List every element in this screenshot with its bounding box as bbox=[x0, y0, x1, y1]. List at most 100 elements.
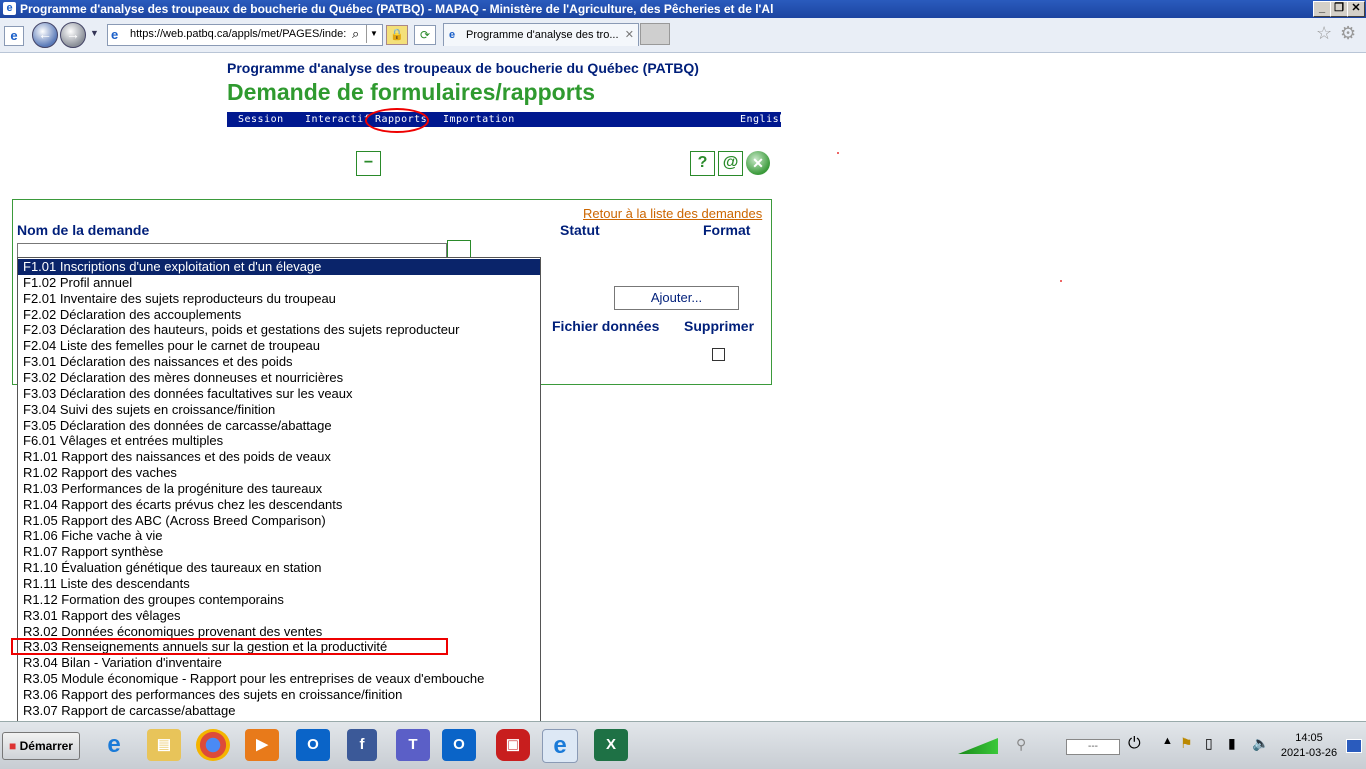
device-icon[interactable]: ▯ bbox=[1205, 735, 1213, 752]
nav-english[interactable]: English bbox=[740, 112, 786, 127]
security-shield-icon[interactable]: ▣ bbox=[496, 729, 530, 761]
dropdown-option[interactable]: F1.01 Inscriptions d'une exploitation et… bbox=[18, 259, 540, 275]
start-label: Démarrer bbox=[19, 739, 73, 753]
power-plug-icon[interactable]: ⏻ bbox=[1128, 735, 1141, 753]
wireless-icon[interactable]: ⚲ bbox=[1016, 736, 1026, 753]
dropdown-option[interactable]: F6.01 Vêlages et entrées multiples bbox=[18, 433, 540, 449]
format-label: Format bbox=[703, 222, 751, 238]
save-icon[interactable] bbox=[447, 240, 471, 258]
nav-importation[interactable]: Importation bbox=[443, 112, 515, 127]
start-button[interactable]: ■ Démarrer bbox=[2, 732, 80, 760]
tray-box: --- bbox=[1066, 739, 1120, 755]
ie-compat-icon[interactable]: e bbox=[4, 26, 24, 46]
dropdown-option[interactable]: F3.03 Déclaration des données facultativ… bbox=[18, 386, 540, 402]
clock-date: 2021-03-26 bbox=[1280, 747, 1338, 759]
stray-dot bbox=[837, 152, 839, 154]
url-dropdown-icon[interactable]: ▼ bbox=[366, 25, 381, 43]
back-button[interactable]: ← bbox=[32, 22, 58, 48]
dropdown-option[interactable]: R1.11 Liste des descendants bbox=[18, 576, 540, 592]
dropdown-option[interactable]: F1.02 Profil annuel bbox=[18, 275, 540, 291]
dropdown-option[interactable]: F2.02 Déclaration des accouplements bbox=[18, 307, 540, 323]
dropdown-option[interactable]: R3.01 Rapport des vêlages bbox=[18, 608, 540, 624]
collapse-minus-icon[interactable]: − bbox=[356, 151, 381, 176]
app-subtitle: Programme d'analyse des troupeaux de bou… bbox=[227, 60, 699, 76]
dropdown-option[interactable]: R1.03 Performances de la progéniture des… bbox=[18, 481, 540, 497]
volume-icon[interactable]: 🔈 bbox=[1252, 735, 1269, 752]
fichier-label: Fichier données bbox=[552, 318, 660, 334]
refresh-icon[interactable]: ⟳ bbox=[414, 25, 436, 45]
dropdown-option[interactable]: R3.06 Rapport des performances des sujet… bbox=[18, 687, 540, 703]
dropdown-option[interactable]: R3.04 Bilan - Variation d'inventaire bbox=[18, 655, 540, 671]
windows-logo-icon: ■ bbox=[9, 739, 17, 753]
page-title: Demande de formulaires/rapports bbox=[227, 79, 596, 105]
dropdown-option[interactable]: R1.10 Évaluation génétique des taureaux … bbox=[18, 560, 540, 576]
dropdown-option[interactable]: R1.02 Rapport des vaches bbox=[18, 465, 540, 481]
dropdown-option[interactable]: F3.05 Déclaration des données de carcass… bbox=[18, 418, 540, 434]
ie-taskbar-icon[interactable]: e bbox=[97, 729, 131, 761]
dropdown-option[interactable]: F2.01 Inventaire des sujets reproducteur… bbox=[18, 291, 540, 307]
dropdown-option[interactable]: F3.04 Suivi des sujets en croissance/fin… bbox=[18, 402, 540, 418]
dropdown-option[interactable]: R1.12 Formation des groupes contemporain… bbox=[18, 592, 540, 608]
nom-label: Nom de la demande bbox=[17, 222, 150, 238]
ajouter-button[interactable]: Ajouter... bbox=[614, 286, 739, 310]
address-bar[interactable]: e https://web.patbq.ca/appls/met/PAGES/i… bbox=[107, 24, 383, 46]
new-tab-button[interactable] bbox=[640, 23, 670, 45]
url-text[interactable]: https://web.patbq.ca/appls/met/PAGES/ind… bbox=[130, 28, 346, 40]
nav-session[interactable]: Session bbox=[238, 112, 284, 127]
email-icon[interactable]: @ bbox=[718, 151, 743, 176]
signal-strength-icon bbox=[958, 738, 998, 754]
r303-annotation-box bbox=[11, 638, 448, 655]
file-explorer-icon[interactable]: ▤ bbox=[147, 729, 181, 761]
help-icon[interactable]: ? bbox=[690, 151, 715, 176]
lock-icon[interactable]: 🔒 bbox=[386, 25, 408, 45]
minimize-button[interactable]: _ bbox=[1313, 1, 1331, 17]
chrome-icon[interactable] bbox=[196, 729, 230, 761]
close-green-icon[interactable]: ✕ bbox=[746, 151, 770, 175]
dropdown-option[interactable]: R3.07 Rapport de carcasse/abattage bbox=[18, 703, 540, 719]
dropdown-option[interactable]: F3.01 Déclaration des naissances et des … bbox=[18, 354, 540, 370]
close-window-button[interactable]: ✕ bbox=[1347, 1, 1365, 17]
teams-icon[interactable]: T bbox=[396, 729, 430, 761]
tray-expand-icon[interactable]: ▲ bbox=[1162, 735, 1173, 747]
taskbar: ■ Démarrer e ▤ ▶ O f T O ▣ e X ⚲ --- ⏻ ▲… bbox=[0, 721, 1366, 769]
dropdown-option[interactable]: R1.05 Rapport des ABC (Across Breed Comp… bbox=[18, 513, 540, 529]
dropdown-option[interactable]: R1.04 Rapport des écarts prévus chez les… bbox=[18, 497, 540, 513]
dropdown-option[interactable]: R1.06 Fiche vache à vie bbox=[18, 528, 540, 544]
dropdown-option[interactable]: R3.05 Module économique - Rapport pour l… bbox=[18, 671, 540, 687]
tab-close-icon[interactable]: ✕ bbox=[625, 24, 634, 46]
media-player-icon[interactable]: ▶ bbox=[245, 729, 279, 761]
dropdown-option[interactable]: R1.01 Rapport des naissances et des poid… bbox=[18, 449, 540, 465]
supprimer-label: Supprimer bbox=[684, 318, 755, 334]
clock-time: 14:05 bbox=[1295, 732, 1323, 744]
nom-select[interactable] bbox=[17, 243, 447, 258]
dropdown-option[interactable]: F2.04 Liste des femelles pour le carnet … bbox=[18, 338, 540, 354]
outlook-icon-2[interactable]: O bbox=[442, 729, 476, 761]
settings-gear-icon[interactable]: ⚙ bbox=[1340, 23, 1356, 44]
restore-button[interactable]: ❐ bbox=[1330, 1, 1348, 17]
outlook-icon[interactable]: O bbox=[296, 729, 330, 761]
excel-icon[interactable]: X bbox=[594, 729, 628, 761]
dropdown-option[interactable]: F3.02 Déclaration des mères donneuses et… bbox=[18, 370, 540, 386]
forward-button[interactable]: → bbox=[60, 22, 86, 48]
system-clock[interactable]: 14:05 2021-03-26 bbox=[1278, 731, 1340, 761]
action-center-flag-icon[interactable]: ⚑ bbox=[1180, 735, 1193, 752]
statut-label: Statut bbox=[560, 222, 600, 238]
network-bars-icon[interactable]: ▮ bbox=[1228, 735, 1236, 752]
window-titlebar: e Programme d'analyse des troupeaux de b… bbox=[0, 0, 1366, 18]
browser-toolbar: e ← → ▼ e https://web.patbq.ca/appls/met… bbox=[0, 18, 1366, 53]
browser-tab[interactable]: e Programme d'analyse des tro... ✕ bbox=[443, 23, 639, 46]
window-title: Programme d'analyse des troupeaux de bou… bbox=[20, 2, 774, 16]
favorites-star-icon[interactable]: ☆ bbox=[1316, 23, 1332, 44]
dropdown-option[interactable]: F2.03 Déclaration des hauteurs, poids et… bbox=[18, 322, 540, 338]
dropdown-option[interactable]: R1.07 Rapport synthèse bbox=[18, 544, 540, 560]
search-icon[interactable]: ⌕ bbox=[352, 26, 359, 42]
show-desktop-icon[interactable] bbox=[1346, 739, 1362, 753]
history-dropdown-icon[interactable]: ▼ bbox=[90, 28, 99, 38]
facebook-icon[interactable]: f bbox=[347, 729, 377, 761]
ie-active-icon[interactable]: e bbox=[542, 729, 578, 763]
rapports-annotation-circle bbox=[365, 108, 429, 133]
supprimer-checkbox[interactable] bbox=[712, 348, 725, 361]
ie-app-icon: e bbox=[3, 2, 16, 15]
retour-link[interactable]: Retour à la liste des demandes bbox=[583, 206, 762, 221]
nav-interactif[interactable]: Interactif bbox=[305, 112, 370, 127]
